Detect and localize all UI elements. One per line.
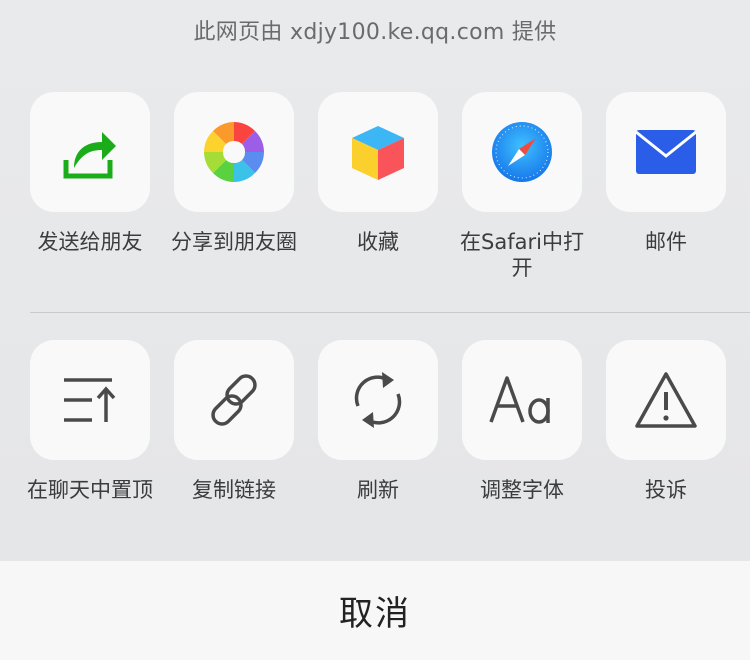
action-item-refresh[interactable]: 刷新 <box>306 340 450 504</box>
moments-tile[interactable] <box>174 92 294 212</box>
copy-link-tile[interactable] <box>174 340 294 460</box>
section-divider <box>30 312 750 313</box>
action-item-copy-link[interactable]: 复制链接 <box>162 340 306 504</box>
action-item-font-size[interactable]: 调整字体 <box>450 340 594 504</box>
refresh-icon <box>354 372 402 428</box>
share-item-open-in-safari[interactable]: 在Safari中打开 <box>450 92 594 281</box>
mail-tile[interactable] <box>606 92 726 212</box>
page-source-label: 此网页由 xdjy100.ke.qq.com 提供 <box>193 20 557 45</box>
copy-link-label: 复制链接 <box>192 478 276 502</box>
refresh-tile[interactable] <box>318 340 438 460</box>
share-item-mail[interactable]: 邮件 <box>594 92 738 256</box>
link-icon <box>211 374 257 426</box>
pin-to-top-label: 在聊天中置顶 <box>27 478 153 502</box>
share-item-favorites[interactable]: 收藏 <box>306 92 450 256</box>
send-to-friend-icon <box>63 132 116 179</box>
favorites-tile[interactable] <box>318 92 438 212</box>
font-size-icon <box>489 376 550 424</box>
safari-tile[interactable] <box>462 92 582 212</box>
moments-label: 分享到朋友圈 <box>171 230 297 254</box>
refresh-label: 刷新 <box>357 478 399 502</box>
report-tile[interactable] <box>606 340 726 460</box>
action-item-report[interactable]: 投诉 <box>594 340 738 504</box>
send-to-friend-label: 发送给朋友 <box>37 230 143 254</box>
font-size-label: 调整字体 <box>480 478 564 502</box>
warning-icon <box>635 372 697 428</box>
open-in-safari-label: 在Safari中打开 <box>460 230 584 280</box>
report-label: 投诉 <box>645 478 687 502</box>
share-item-moments[interactable]: 分享到朋友圈 <box>162 92 306 256</box>
pin-to-top-icon <box>64 378 116 422</box>
mail-label: 邮件 <box>645 230 687 254</box>
favorites-cube-icon <box>352 126 404 180</box>
share-item-send-to-friend[interactable]: 发送给朋友 <box>18 92 162 256</box>
font-size-tile[interactable] <box>462 340 582 460</box>
cancel-button[interactable]: 取消 <box>0 561 750 660</box>
favorites-label: 收藏 <box>357 230 399 254</box>
mail-envelope-icon <box>635 130 697 174</box>
safari-compass-icon <box>492 122 552 182</box>
pin-to-top-tile[interactable] <box>30 340 150 460</box>
send-to-friend-tile[interactable] <box>30 92 150 212</box>
action-item-pin-to-top[interactable]: 在聊天中置顶 <box>18 340 162 504</box>
moments-icon <box>204 122 264 182</box>
